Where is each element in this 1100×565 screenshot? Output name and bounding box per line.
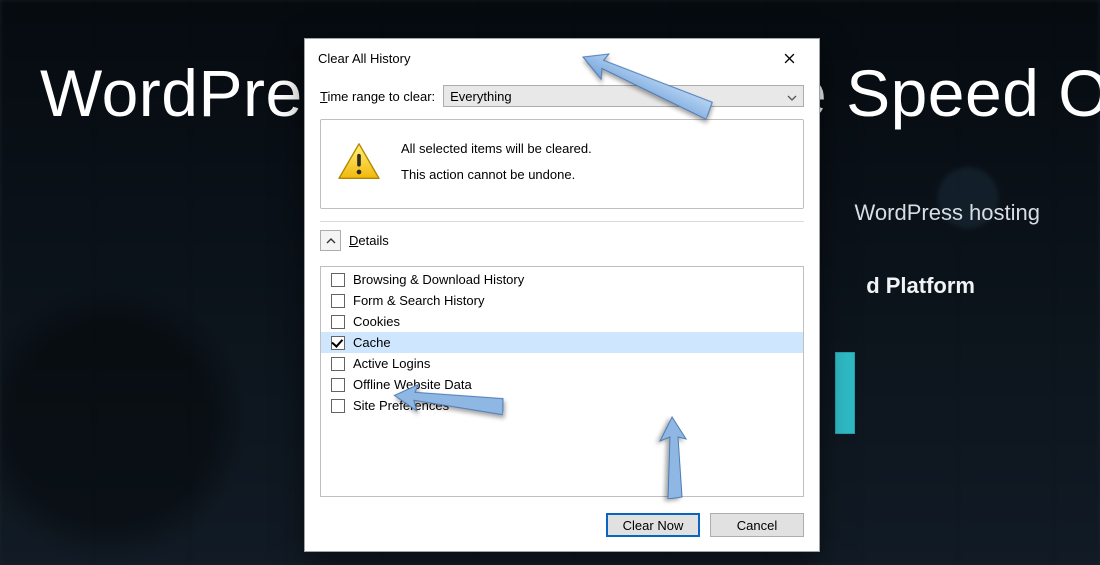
list-item-label: Offline Website Data xyxy=(353,377,472,392)
checkbox[interactable] xyxy=(331,378,345,392)
list-item[interactable]: Offline Website Data xyxy=(321,374,803,395)
time-range-select[interactable]: Everything xyxy=(443,85,804,107)
dialog-titlebar: Clear All History xyxy=(305,39,819,77)
close-icon xyxy=(784,53,795,64)
list-item[interactable]: Form & Search History xyxy=(321,290,803,311)
cancel-button[interactable]: Cancel xyxy=(710,513,804,537)
list-item-label: Cache xyxy=(353,335,391,350)
details-header: Details xyxy=(320,221,804,254)
hero-subtitle: WordPress hosting xyxy=(855,200,1040,226)
list-item[interactable]: Browsing & Download History xyxy=(321,269,803,290)
list-item-label: Form & Search History xyxy=(353,293,484,308)
checkbox[interactable] xyxy=(331,399,345,413)
clear-history-dialog: Clear All History Time range to clear: E… xyxy=(304,38,820,552)
list-item[interactable]: Cache xyxy=(321,332,803,353)
details-toggle[interactable] xyxy=(320,230,341,251)
cta-button-sliver[interactable] xyxy=(835,352,855,434)
warning-icon xyxy=(337,142,381,182)
checkbox[interactable] xyxy=(331,336,345,350)
checkbox[interactable] xyxy=(331,294,345,308)
hero-platform-text: d Platform xyxy=(866,273,975,299)
list-item[interactable]: Cookies xyxy=(321,311,803,332)
close-button[interactable] xyxy=(767,47,811,69)
warning-text: All selected items will be cleared. This… xyxy=(401,136,592,188)
checkbox[interactable] xyxy=(331,357,345,371)
details-list: Browsing & Download History Form & Search… xyxy=(320,266,804,497)
list-item[interactable]: Active Logins xyxy=(321,353,803,374)
chevron-down-icon xyxy=(787,89,797,104)
time-range-row: Time range to clear: Everything xyxy=(320,85,804,107)
checkbox[interactable] xyxy=(331,273,345,287)
chevron-up-icon xyxy=(326,236,336,246)
checkbox[interactable] xyxy=(331,315,345,329)
warning-line-2: This action cannot be undone. xyxy=(401,162,592,188)
dialog-title: Clear All History xyxy=(318,51,410,66)
list-item-label: Cookies xyxy=(353,314,400,329)
list-item-label: Browsing & Download History xyxy=(353,272,524,287)
dialog-buttons: Clear Now Cancel xyxy=(320,509,804,537)
details-label: Details xyxy=(349,233,389,248)
warning-line-1: All selected items will be cleared. xyxy=(401,136,592,162)
time-range-value: Everything xyxy=(450,89,511,104)
warning-box: All selected items will be cleared. This… xyxy=(320,119,804,209)
list-item-label: Site Preferences xyxy=(353,398,449,413)
time-range-label: Time range to clear: xyxy=(320,89,435,104)
clear-now-button[interactable]: Clear Now xyxy=(606,513,700,537)
list-item[interactable]: Site Preferences xyxy=(321,395,803,416)
list-item-label: Active Logins xyxy=(353,356,430,371)
